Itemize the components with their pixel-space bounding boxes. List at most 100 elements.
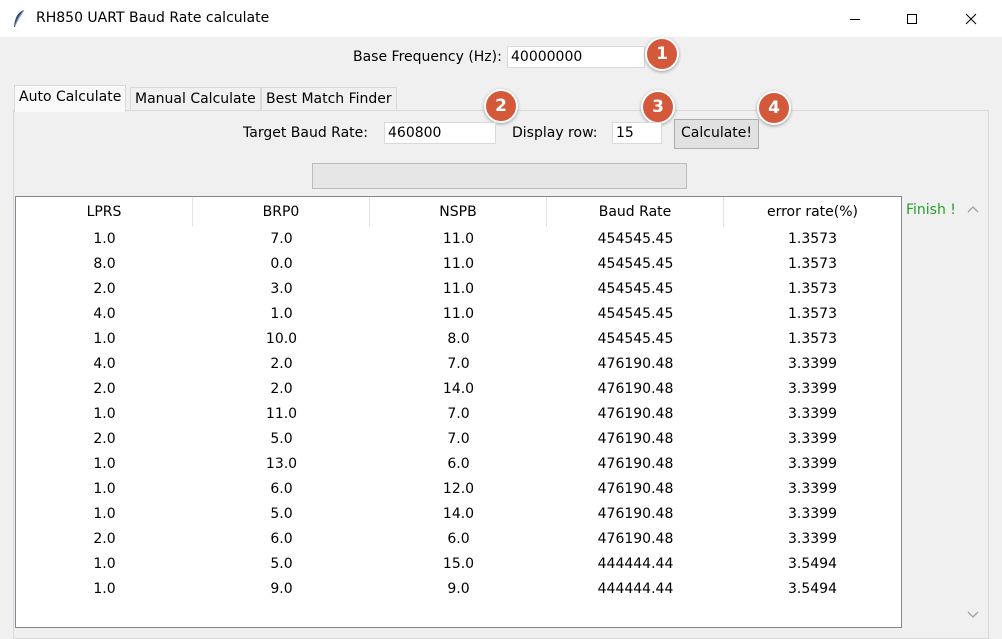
cell-error-rate: 3.3399 [788,456,837,472]
cell-baud-rate: 476190.48 [597,356,674,372]
cell-error-rate: 1.3573 [788,256,837,272]
cell-brp0: 11.0 [265,406,298,422]
cell-lprs: 1.0 [93,406,116,422]
table-row[interactable]: 2.0 2.0 14.0 476190.48 3.3399 [16,377,901,402]
cell-lprs: 1.0 [93,581,116,597]
client-area: Base Frequency (Hz): 40000000 1 Auto Cal… [0,37,1002,639]
cell-error-rate: 3.3399 [788,356,837,372]
header-nspb[interactable]: NSPB [370,197,547,227]
table-row[interactable]: 4.0 2.0 7.0 476190.48 3.3399 [16,352,901,377]
cell-lprs: 1.0 [93,456,116,472]
feather-icon [12,9,26,29]
cell-brp0: 7.0 [270,231,293,247]
tab-auto-calculate[interactable]: Auto Calculate [14,85,127,112]
cell-baud-rate: 476190.48 [597,506,674,522]
progress-bar [312,163,687,189]
cell-nspb: 12.0 [442,481,475,497]
header-baud-rate[interactable]: Baud Rate [547,197,724,227]
header-error-rate[interactable]: error rate(%) [724,197,901,227]
cell-baud-rate: 444444.44 [597,556,674,572]
header-brp0[interactable]: BRP0 [193,197,370,227]
cell-lprs: 4.0 [93,306,116,322]
cell-baud-rate: 454545.45 [597,331,674,347]
table-row[interactable]: 1.0 11.0 7.0 476190.48 3.3399 [16,402,901,427]
cell-baud-rate: 476190.48 [597,381,674,397]
chevron-down-icon[interactable] [967,610,979,620]
target-baud-input[interactable]: 460800 [384,122,496,144]
cell-baud-rate: 476190.48 [597,481,674,497]
tab-best-match-finder[interactable]: Best Match Finder [261,87,397,112]
title-bar: RH850 UART Baud Rate calculate [0,0,1002,38]
cell-lprs: 1.0 [93,556,116,572]
table-row[interactable]: 1.0 10.0 8.0 454545.45 1.3573 [16,327,901,352]
maximize-icon [907,14,917,24]
table-row[interactable]: 4.0 1.0 11.0 454545.45 1.3573 [16,302,901,327]
cell-error-rate: 3.3399 [788,531,837,547]
cell-error-rate: 3.3399 [788,481,837,497]
cell-brp0: 2.0 [270,356,293,372]
cell-brp0: 5.0 [270,431,293,447]
cell-nspb: 6.0 [447,531,470,547]
cell-brp0: 9.0 [270,581,293,597]
cell-lprs: 2.0 [93,531,116,547]
cell-nspb: 11.0 [442,256,475,272]
cell-lprs: 1.0 [93,231,116,247]
table-row[interactable]: 1.0 5.0 14.0 476190.48 3.3399 [16,502,901,527]
header-lprs[interactable]: LPRS [16,197,193,227]
cell-brp0: 5.0 [270,556,293,572]
cell-nspb: 14.0 [442,381,475,397]
badge-1: 1 [645,37,679,71]
cell-error-rate: 3.3399 [788,506,837,522]
cell-nspb: 7.0 [447,356,470,372]
window-title: RH850 UART Baud Rate calculate [36,10,270,26]
results-table[interactable]: LPRS BRP0 NSPB Baud Rate error rate(%) 1… [15,196,902,628]
table-row[interactable]: 1.0 6.0 12.0 476190.48 3.3399 [16,477,901,502]
cell-nspb: 15.0 [442,556,475,572]
close-button[interactable] [942,0,1000,38]
cell-lprs: 2.0 [93,381,116,397]
cell-baud-rate: 476190.48 [597,456,674,472]
cell-nspb: 8.0 [447,331,470,347]
display-row-label: Display row: [512,125,598,141]
cell-nspb: 6.0 [447,456,470,472]
minimize-button[interactable] [826,0,884,38]
cell-baud-rate: 476190.48 [597,406,674,422]
minimize-icon [850,19,860,20]
base-frequency-label: Base Frequency (Hz): [353,49,502,65]
cell-brp0: 3.0 [270,281,293,297]
badge-3: 3 [641,90,675,124]
cell-baud-rate: 454545.45 [597,231,674,247]
table-row[interactable]: 2.0 6.0 6.0 476190.48 3.3399 [16,527,901,552]
cell-error-rate: 1.3573 [788,281,837,297]
cell-error-rate: 3.5494 [788,556,837,572]
cell-brp0: 13.0 [265,456,298,472]
table-row[interactable]: 1.0 13.0 6.0 476190.48 3.3399 [16,452,901,477]
tab-manual-calculate[interactable]: Manual Calculate [130,87,261,112]
cell-baud-rate: 454545.45 [597,281,674,297]
cell-lprs: 2.0 [93,431,116,447]
chevron-up-icon[interactable] [967,204,979,214]
cell-baud-rate: 476190.48 [597,531,674,547]
table-row[interactable]: 1.0 5.0 15.0 444444.44 3.5494 [16,552,901,577]
cell-error-rate: 3.3399 [788,431,837,447]
cell-nspb: 7.0 [447,406,470,422]
cell-lprs: 8.0 [93,256,116,272]
table-row[interactable]: 8.0 0.0 11.0 454545.45 1.3573 [16,252,901,277]
calculate-button[interactable]: Calculate! [674,119,759,149]
table-body: 1.0 7.0 11.0 454545.45 1.3573 8.0 0.0 11.0 45454… [16,227,901,602]
table-row[interactable]: 1.0 7.0 11.0 454545.45 1.3573 [16,227,901,252]
table-row[interactable]: 1.0 9.0 9.0 444444.44 3.5494 [16,577,901,602]
cell-nspb: 11.0 [442,231,475,247]
cell-brp0: 0.0 [270,256,293,272]
status-text: Finish ! [906,202,956,218]
cell-brp0: 6.0 [270,531,293,547]
cell-brp0: 5.0 [270,506,293,522]
vertical-scrollbar[interactable] [962,196,984,628]
maximize-button[interactable] [883,0,941,38]
table-row[interactable]: 2.0 3.0 11.0 454545.45 1.3573 [16,277,901,302]
display-row-input[interactable]: 15 [612,122,662,144]
badge-4: 4 [757,91,791,125]
cell-error-rate: 3.3399 [788,381,837,397]
table-row[interactable]: 2.0 5.0 7.0 476190.48 3.3399 [16,427,901,452]
base-frequency-input[interactable]: 40000000 [507,46,645,68]
